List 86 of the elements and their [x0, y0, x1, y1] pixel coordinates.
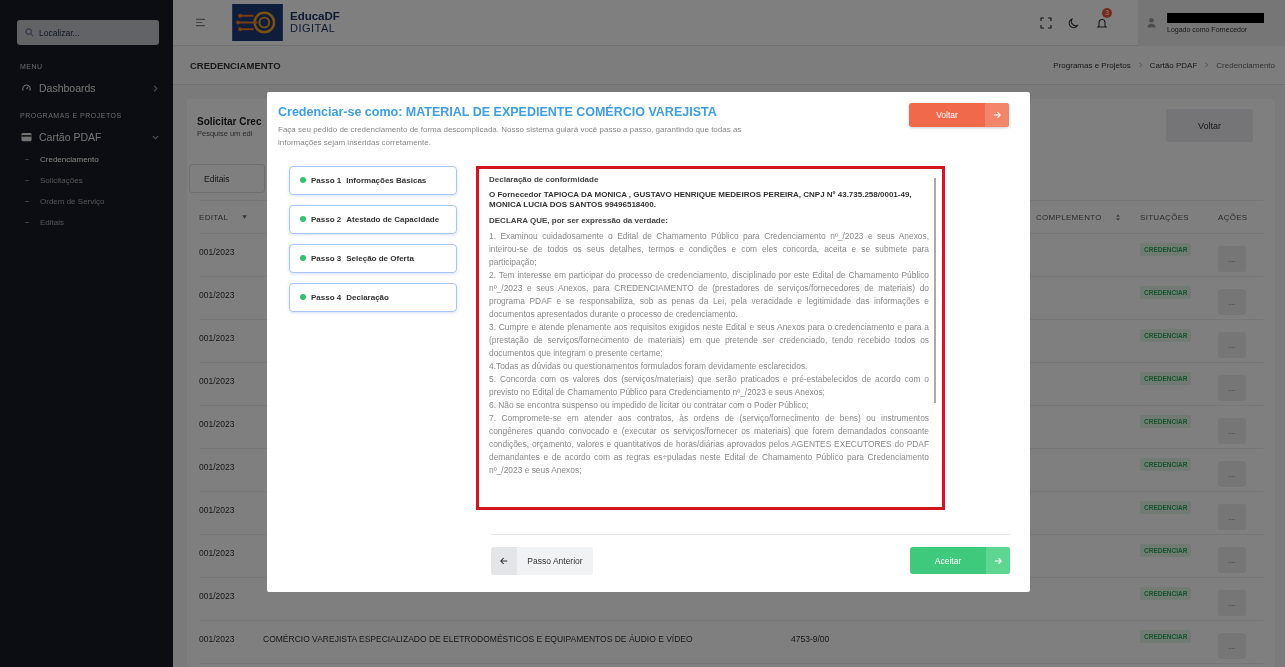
column-header[interactable]: AÇÕES: [1218, 212, 1248, 222]
actions-button[interactable]: ...: [1218, 461, 1246, 487]
page-title: CREDENCIAMENTO: [190, 59, 282, 71]
submenu-item[interactable]: Credenciamento: [25, 155, 159, 164]
step-number: Passo 2: [311, 215, 342, 224]
declaration-clause: 3. Cumpre e atende plenamente aos requisitos exigidos neste Edital e seus Anexos para o credenciamento e para a (prestação de serviços/fornecimento de materiais) em que pretende ser credenciado, tendo recebido todos os documentos que integram o presente certame;: [489, 321, 929, 360]
declaration-clause: 1. Examinou cuidadosamente o Edital de Chamamento Público para Credenciamento nº_/2023 e seus Anexos, inteirou-se de todos os seus detalhes, termos e condições e com eles concorda, aceita e se submete para participação;: [489, 230, 929, 269]
modal-title: Credenciar-se como: MATERIAL DE EXPEDIENTE COMÉRCIO VAREJISTA: [278, 105, 718, 119]
logo-icon: [232, 4, 283, 41]
back-button[interactable]: Voltar: [909, 103, 1009, 127]
card-icon: [21, 132, 32, 142]
declaration-clause: 7. Compromete-se em atender aos contratos, às ordens de (serviço/fornecimento de bens) ou instrumentos congêneres quando convocado e (executar os serviços/fornecer os materiais) que forem demandados consoante condições, orçamento, valores e quantitativos de horas/diárias aprovados pelos AGENTES EXECUTORES do PDAF demandantes e de acordo com as regras es÷puladas neste Edital de Chamamento Público para Credenciamento nº_/2023 e seus Anexos;: [489, 412, 929, 477]
arrow-right-icon: [993, 111, 1001, 119]
chevron-down-icon: [152, 133, 159, 141]
step-card[interactable]: Passo 1 Informações Básicas: [289, 166, 457, 195]
declaration-clause: 4.Todas as dúvidas ou questionamentos formulados foram devidamente esclarecidos.: [489, 360, 809, 373]
actions-button[interactable]: ...: [1218, 246, 1246, 272]
submenu-item[interactable]: Editais: [25, 218, 159, 227]
arrow-right-icon: [994, 556, 1002, 565]
back-button[interactable]: Voltar: [1166, 109, 1253, 142]
actions-button[interactable]: ...: [1218, 375, 1246, 401]
logo-title: EducaDF: [290, 11, 340, 23]
bell-icon[interactable]: [1096, 16, 1108, 29]
table-cell: 001/2023: [199, 247, 235, 257]
modal-description: Faça seu pedido de credenciamento de forma descomplicada. Nosso sistema guiará você passo a passo, garantindo que todas as informações sejam inseridas corretamente.: [278, 124, 743, 149]
actions-button[interactable]: ...: [1218, 332, 1246, 358]
logo-subtitle: DIGITAL: [290, 22, 337, 34]
supplier-statement: O Fornecedor TAPIOCA DA MONICA , GUSTAVO HENRIQUE MEDEIROS PEREIRA, CNPJ Nº 43.735.258/0001-49, MONICA LUCIA DOS SANTOS 99496518400.: [489, 190, 913, 210]
step-card[interactable]: Passo 3 Seleção de Oferta: [289, 244, 457, 273]
actions-button[interactable]: ...: [1218, 418, 1246, 444]
table-cell: 001/2023: [199, 419, 235, 429]
table-cell: 001/2023: [199, 505, 235, 515]
card-title: Solicitar Crec: [197, 116, 262, 127]
column-header[interactable]: COMPLEMENTO: [1036, 212, 1102, 222]
accept-button[interactable]: Aceitar: [910, 547, 1010, 574]
column-header[interactable]: EDITAL: [199, 212, 229, 222]
table-cell: 001/2023: [199, 462, 235, 472]
fullscreen-icon[interactable]: [1040, 16, 1052, 29]
step-card[interactable]: Passo 4 Declaração: [289, 283, 457, 312]
step-number: Passo 1: [311, 176, 342, 185]
filter-dropdown[interactable]: Editais: [189, 164, 265, 193]
table-cell: 001/2023: [199, 591, 235, 601]
table-cell: 001/2023: [199, 376, 235, 386]
column-header[interactable]: SITUAÇÕES: [1140, 212, 1189, 222]
previous-step-button[interactable]: Passo Anterior: [491, 547, 593, 575]
moon-icon[interactable]: [1068, 16, 1080, 29]
submenu-item[interactable]: Solicitações: [25, 176, 159, 185]
actions-button[interactable]: ...: [1218, 590, 1246, 616]
cartao-pdaf-menu-item[interactable]: Cartão PDAF: [21, 131, 159, 143]
user-icon: [1147, 17, 1156, 28]
gauge-icon: [21, 83, 32, 93]
table-cell: 001/2023: [199, 634, 235, 644]
scrollbar[interactable]: [934, 178, 936, 403]
table-cell: 001/2023: [199, 333, 235, 343]
dashboards-menu-item[interactable]: Dashboards: [21, 82, 159, 94]
step-title: Declaração: [346, 293, 389, 302]
table-cell: 4753-9/00: [791, 634, 830, 644]
menu-icon[interactable]: [195, 18, 206, 27]
caret-down-icon: [242, 215, 248, 219]
arrow-left-icon: [500, 557, 508, 565]
breadcrumb-link[interactable]: Programas e Projetos: [1053, 60, 1131, 70]
declaration-clause: 6. Não se encontra suspenso ou impedido de licitar ou contratar com o Poder Público;: [489, 399, 810, 412]
actions-button[interactable]: ...: [1218, 504, 1246, 530]
declaration-clause: 2. Tem interesse em participar do processo de credenciamento, disciplinado por este Edital de Chamamento Público nº_/2023 e seus Anexos, para CREDENCIAMENTO de (prestadores de serviços/fornecedores de materiais) do programa PDAF e se responsabiliza, sob as penas da Lei, pela veracidade e legitimidade das informações e documentos apresentados durante o processo de credenciamento.: [489, 269, 929, 321]
step-title: Informações Básicas: [346, 176, 427, 185]
breadcrumb-link[interactable]: Cartão PDAF: [1149, 60, 1198, 70]
step-card[interactable]: Passo 2 Atestado de Capacidade: [289, 205, 457, 234]
chevron-right-icon: [1204, 62, 1210, 68]
table-cell: COMÉRCIO VAREJISTA ESPECIALIZADO DE ELETRODOMÉSTICOS E EQUIPAMENTOS DE ÁUDIO E VÍDEO: [263, 634, 693, 644]
sort-icon: [1115, 213, 1120, 221]
actions-button[interactable]: ...: [1218, 289, 1246, 315]
search-field[interactable]: Localizar...: [17, 20, 159, 45]
submenu-item[interactable]: Ordem de Serviço: [25, 197, 159, 206]
actions-button[interactable]: ...: [1218, 547, 1246, 573]
chevron-right-icon: [1137, 62, 1143, 68]
step-title: Atestado de Capacidade: [346, 215, 440, 224]
declaration-clause: 5. Concorda com os valores dos (serviços/materiais) que serão praticados e pré-estabelecidos de acordo com o previsto no Edital de Chamamento Público para Credenciamento nº_/2023 e seus Anexos;: [489, 373, 929, 399]
table-cell: 001/2023: [199, 548, 235, 558]
chevron-right-icon: [152, 84, 159, 92]
table-cell: 001/2023: [199, 290, 235, 300]
declaration-heading: Declaração de conformidade: [489, 175, 600, 184]
actions-button[interactable]: ...: [1218, 633, 1246, 659]
step-number: Passo 4: [311, 293, 342, 302]
step-title: Seleção de Oferta: [346, 254, 414, 263]
step-number: Passo 3: [311, 254, 342, 263]
declaration-intro: DECLARA QUE, por ser expressão da verdade:: [489, 216, 669, 225]
